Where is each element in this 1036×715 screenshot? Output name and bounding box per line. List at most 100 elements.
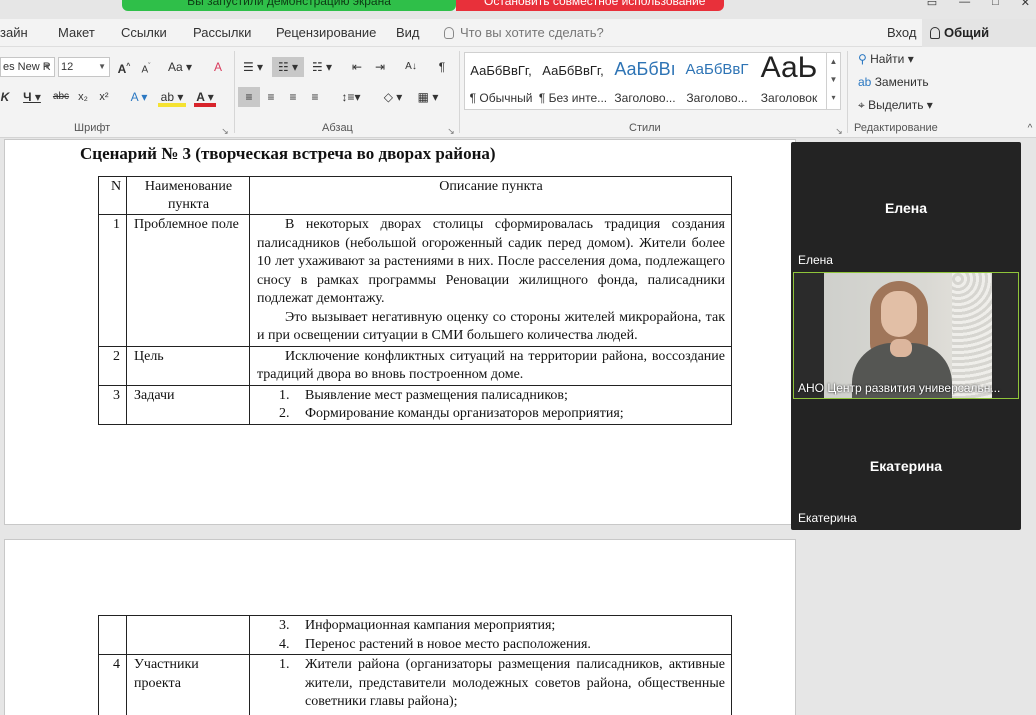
align-center-icon[interactable]: ≡ — [262, 87, 280, 107]
styles-scroll[interactable]: ▲ ▼ ▾ — [826, 53, 840, 109]
participant-video-tile[interactable]: АНО Центр развития универсальн... — [793, 272, 1019, 399]
participant-name-center: Екатерина — [869, 458, 943, 474]
align-left-icon[interactable]: ≡ — [238, 87, 260, 107]
list-item: 1. Выявление мест размещения палисадников… — [279, 387, 725, 406]
subscript-icon[interactable]: x₂ — [76, 87, 90, 107]
tab-design[interactable]: зайн — [0, 25, 28, 40]
font-name-combo[interactable]: es New R ▼ — [0, 57, 55, 77]
align-right-icon[interactable]: ≡ — [284, 87, 302, 107]
multilevel-list-icon[interactable]: ☵ ▾ — [308, 57, 336, 77]
justify-icon[interactable]: ≡ — [306, 87, 324, 107]
style-sample: АаЬ — [760, 51, 818, 84]
stop-share-button[interactable]: Остановить совместное использование — [456, 0, 724, 11]
strikethrough-icon[interactable]: abc — [52, 87, 70, 107]
list-item: 2. Формирование команды организаторов мер… — [279, 405, 725, 424]
minimize-icon[interactable]: — — [959, 0, 970, 8]
tab-view[interactable]: Вид — [396, 25, 420, 40]
style-normal[interactable]: АаБбВвГг, ¶ Обычный — [465, 53, 537, 109]
participant-tile[interactable]: Елена Елена — [791, 142, 1021, 270]
sign-in-link[interactable]: Вход — [887, 25, 916, 40]
style-heading-2[interactable]: АаБбВвГ Заголово... — [681, 53, 753, 109]
header-cell: N — [98, 176, 127, 215]
style-sample: АаБбВı — [614, 59, 676, 79]
text-effects-icon[interactable]: A ▾ — [126, 87, 152, 107]
style-no-spacing[interactable]: АаБбВвГг, ¶ Без инте... — [537, 53, 609, 109]
tab-layout[interactable]: Макет — [58, 25, 95, 40]
select-button[interactable]: ⌖ Выделить ▾ — [858, 98, 933, 113]
style-name: ¶ Без инте... — [538, 91, 608, 105]
person-face — [881, 291, 917, 337]
tell-me-text: Что вы хотите сделать? — [460, 25, 604, 40]
pilcrow-icon[interactable]: ¶ — [434, 57, 450, 77]
tab-references[interactable]: Ссылки — [121, 25, 167, 40]
paragraph: Исключение конфликтных ситуаций на терри… — [257, 348, 725, 383]
dialog-launcher-icon[interactable]: ↘ — [219, 121, 231, 141]
style-title[interactable]: АаЬ Заголовок — [753, 51, 825, 109]
table-row: 3. Информационная кампания мероприятия; 4… — [98, 615, 732, 655]
font-size-value: 12 — [61, 61, 74, 73]
collapse-ribbon-icon[interactable]: ^ — [1024, 119, 1036, 139]
superscript-icon[interactable]: x² — [97, 87, 111, 107]
sort-icon[interactable]: A↓ — [402, 57, 420, 77]
italic-icon[interactable]: K — [0, 87, 10, 107]
row-number: 1 — [98, 214, 127, 347]
share-button[interactable]: Общий доступ — [922, 19, 1036, 68]
video-participants-panel: Елена Елена АНО Центр развития универсал… — [791, 142, 1021, 530]
underline-icon[interactable]: Ч ▾ — [20, 87, 44, 107]
list-number: 4. — [279, 636, 290, 652]
font-group-label: Шрифт — [74, 122, 111, 134]
borders-icon[interactable]: ▦ ▾ — [414, 87, 442, 107]
paragraph: Это вызывает негативную оценку со сторон… — [257, 309, 725, 344]
ribbon-separator — [847, 51, 848, 133]
increase-indent-icon[interactable]: ⇥ — [371, 57, 389, 77]
tab-review[interactable]: Рецензирование — [276, 25, 376, 40]
replace-icon: ab — [858, 75, 875, 89]
font-size-combo[interactable]: 12 ▼ — [58, 57, 110, 77]
find-button[interactable]: ⚲ Найти ▾ — [858, 52, 914, 66]
tell-me-search[interactable]: Что вы хотите сделать? — [444, 25, 604, 40]
close-icon[interactable]: ✕ — [1021, 0, 1030, 9]
header-cell: Описание пункта — [249, 176, 732, 215]
style-sample: АаБбВвГг, — [542, 63, 604, 78]
replace-button[interactable]: ab Заменить — [858, 75, 929, 89]
row-number: 3 — [98, 384, 127, 425]
line-spacing-icon[interactable]: ↕≡▾ — [337, 87, 365, 107]
row-name — [126, 615, 250, 655]
list-number: 3. — [279, 618, 290, 633]
table-row: 4 Участники проекта 1. Жители района (орг… — [98, 654, 732, 715]
table-header-row: N Наименование пункта Описание пункта — [98, 176, 732, 215]
table-row: 3 Задачи 1. Выявление мест размещения пал… — [98, 384, 732, 425]
decrease-indent-icon[interactable]: ⇤ — [348, 57, 366, 77]
numbering-icon[interactable]: ☷ ▾ — [272, 57, 304, 77]
stop-share-label: Остановить совместное использование — [484, 0, 706, 8]
dialog-launcher-icon[interactable]: ↘ — [445, 121, 457, 141]
grow-font-icon[interactable]: A^ — [116, 57, 132, 77]
shrink-font-icon[interactable]: Aˇ — [138, 57, 154, 77]
row-name: Задачи — [126, 384, 250, 425]
font-color-icon[interactable]: A ▾ — [194, 87, 216, 107]
dialog-launcher-icon[interactable]: ↘ — [833, 121, 845, 141]
table-row: 2 Цель Исключение конфликтных ситуаций н… — [98, 345, 732, 386]
style-name: Заголовок — [760, 91, 818, 105]
document-title: Сценарий № 3 (творческая встреча во двор… — [80, 144, 496, 163]
paragraph: В некоторых дворах столицы сформировалас… — [257, 217, 725, 306]
participants-list: 1. Жители района (организаторы размещения… — [257, 656, 725, 715]
maximize-icon[interactable]: □ — [992, 0, 999, 8]
clear-formatting-icon[interactable]: A — [208, 57, 228, 77]
person-icon — [930, 27, 940, 39]
bullets-icon[interactable]: ☰ ▾ — [240, 57, 266, 77]
tab-mailings[interactable]: Рассылки — [193, 25, 251, 40]
participant-tile[interactable]: Екатерина Екатерина — [791, 400, 1021, 528]
shading-icon[interactable]: ◇ ▾ — [378, 87, 408, 107]
highlight-icon[interactable]: ab ▾ — [158, 87, 186, 107]
change-case-icon[interactable]: Aa ▾ — [166, 57, 194, 77]
list-number: 2. — [279, 712, 290, 715]
style-heading-1[interactable]: АаБбВı Заголово... — [609, 53, 681, 109]
list-text: Жители района (организаторы размещения п… — [305, 657, 725, 709]
style-name: ¶ Обычный — [469, 91, 533, 105]
chevron-down-icon: ▼ — [43, 62, 51, 71]
restore-icon[interactable]: ▭ — [927, 0, 937, 9]
row-name: Проблемное поле — [126, 214, 250, 347]
lightbulb-icon — [444, 27, 454, 39]
cursor-icon: ⌖ — [858, 98, 869, 112]
